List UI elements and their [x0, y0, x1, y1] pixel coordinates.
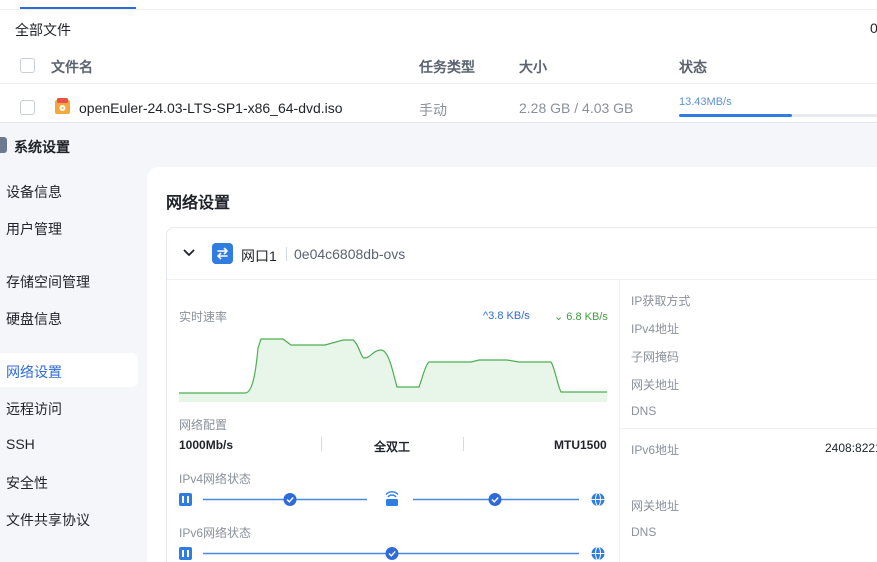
column-header-task-type[interactable]: 任务类型	[419, 57, 475, 77]
globe-icon	[591, 492, 605, 507]
select-all-checkbox[interactable]	[20, 58, 35, 73]
ipv4-status-label: IPv4网络状态	[179, 472, 252, 486]
network-settings-panel: 网络设置 网口1 0e04c6808db-ovs 实时速率 ^3.8 KB/s …	[147, 167, 877, 562]
sidebar-item-user-management[interactable]: 用户管理	[0, 210, 138, 244]
task-type: 手动	[419, 102, 447, 118]
status-check-icon	[385, 547, 399, 560]
download-progress-fill	[679, 114, 792, 117]
file-size: 2.28 GB / 4.03 GB	[519, 100, 634, 116]
divider	[321, 437, 322, 451]
divider	[463, 437, 464, 451]
upload-rate: ^3.8 KB/s	[483, 310, 530, 322]
realtime-traffic-chart	[179, 338, 607, 402]
settings-app-icon	[0, 137, 7, 153]
page-title: 网络设置	[166, 195, 231, 212]
status-check-icon	[488, 493, 502, 506]
realtime-rate-label: 实时速率	[179, 310, 228, 324]
screen: 全部文件 0 文件名 任务类型 大小 状态 openEuler-24.03-LT…	[0, 0, 877, 562]
divider	[286, 247, 287, 261]
sidebar-item-security[interactable]: 安全性	[0, 464, 138, 498]
file-table-header: 文件名 任务类型 大小 状态	[0, 48, 877, 84]
sidebar-item-ssh[interactable]: SSH	[0, 427, 138, 461]
ip-method-label: IP获取方式	[631, 294, 691, 308]
port-card-header[interactable]: 网口1 0e04c6808db-ovs	[167, 228, 877, 280]
ipv6-dns-label: DNS	[631, 525, 657, 539]
sidebar-item-remote-access[interactable]: 远程访问	[0, 390, 138, 424]
gateway-label: 网关地址	[631, 378, 680, 392]
subnet-mask-label: 子网掩码	[631, 350, 680, 364]
download-rate: ⌄ 6.8 KB/s	[554, 311, 608, 323]
system-settings-window: 系统设置 设备信息 用户管理 存储空间管理 硬盘信息 网络设置 远程访问 SSH…	[0, 122, 877, 562]
ipv6-address-value: 2408:8221	[825, 441, 877, 455]
download-rate-value: 6.8 KB/s	[566, 311, 608, 323]
file-manager: 全部文件 0 文件名 任务类型 大小 状态 openEuler-24.03-LT…	[0, 0, 877, 122]
port-name: 网口1	[241, 248, 277, 264]
ipv4-address-label: IPv4地址	[631, 322, 680, 336]
mtu-value: MTU1500	[554, 438, 607, 452]
iso-file-icon	[55, 98, 70, 114]
download-progress-bar	[679, 114, 877, 117]
port-traffic-section: 实时速率 ^3.8 KB/s ⌄ 6.8 KB/s 网络配置 1000Mb/s …	[167, 280, 619, 562]
port-identifier: 0e04c6808db-ovs	[294, 246, 406, 262]
divider	[620, 428, 877, 429]
window-title: 系统设置	[14, 139, 70, 155]
duplex-mode: 全双工	[374, 440, 411, 454]
column-header-status[interactable]: 状态	[679, 57, 707, 77]
divider	[0, 9, 877, 10]
sidebar-item-device-info[interactable]: 设备信息	[0, 173, 138, 207]
network-port-icon	[212, 243, 233, 264]
ipv6-gateway-label: 网关地址	[631, 499, 680, 513]
file-name[interactable]: openEuler-24.03-LTS-SP1-x86_64-dvd.iso	[79, 100, 343, 116]
row-checkbox[interactable]	[20, 100, 35, 115]
host-icon	[179, 493, 192, 506]
sidebar-item-storage[interactable]: 存储空间管理	[0, 263, 138, 297]
status-check-icon	[283, 493, 297, 506]
sidebar-item-file-sharing[interactable]: 文件共享协议	[0, 501, 138, 535]
download-speed: 13.43MB/s	[679, 96, 732, 108]
port-address-section: IP获取方式 IPv4地址 子网掩码 网关地址 DNS IPv6地址 2408:…	[620, 280, 877, 562]
ipv6-status-label: IPv6网络状态	[179, 526, 252, 540]
host-icon	[179, 547, 192, 560]
sidebar-item-disk-info[interactable]: 硬盘信息	[0, 300, 138, 334]
chevron-down-icon[interactable]	[183, 248, 195, 258]
network-config-label: 网络配置	[179, 418, 228, 432]
file-list-title: 全部文件	[15, 22, 71, 38]
column-header-size[interactable]: 大小	[519, 57, 547, 77]
column-header-name[interactable]: 文件名	[51, 57, 93, 77]
ipv4-status-line	[179, 491, 605, 507]
network-port-card: 网口1 0e04c6808db-ovs 实时速率 ^3.8 KB/s ⌄ 6.8…	[166, 227, 877, 562]
table-row[interactable]: openEuler-24.03-LTS-SP1-x86_64-dvd.iso 手…	[0, 86, 877, 122]
file-count: 0	[870, 20, 877, 36]
globe-icon	[591, 546, 605, 561]
upload-rate-value: 3.8 KB/s	[488, 310, 530, 322]
dns-label: DNS	[631, 404, 657, 418]
link-speed: 1000Mb/s	[179, 438, 234, 452]
sidebar-item-network[interactable]: 网络设置	[0, 353, 138, 387]
ipv6-address-label: IPv6地址	[631, 443, 680, 457]
router-icon	[385, 491, 399, 506]
ipv6-status-line	[179, 546, 605, 561]
window-titlebar[interactable]: 系统设置	[0, 123, 877, 167]
